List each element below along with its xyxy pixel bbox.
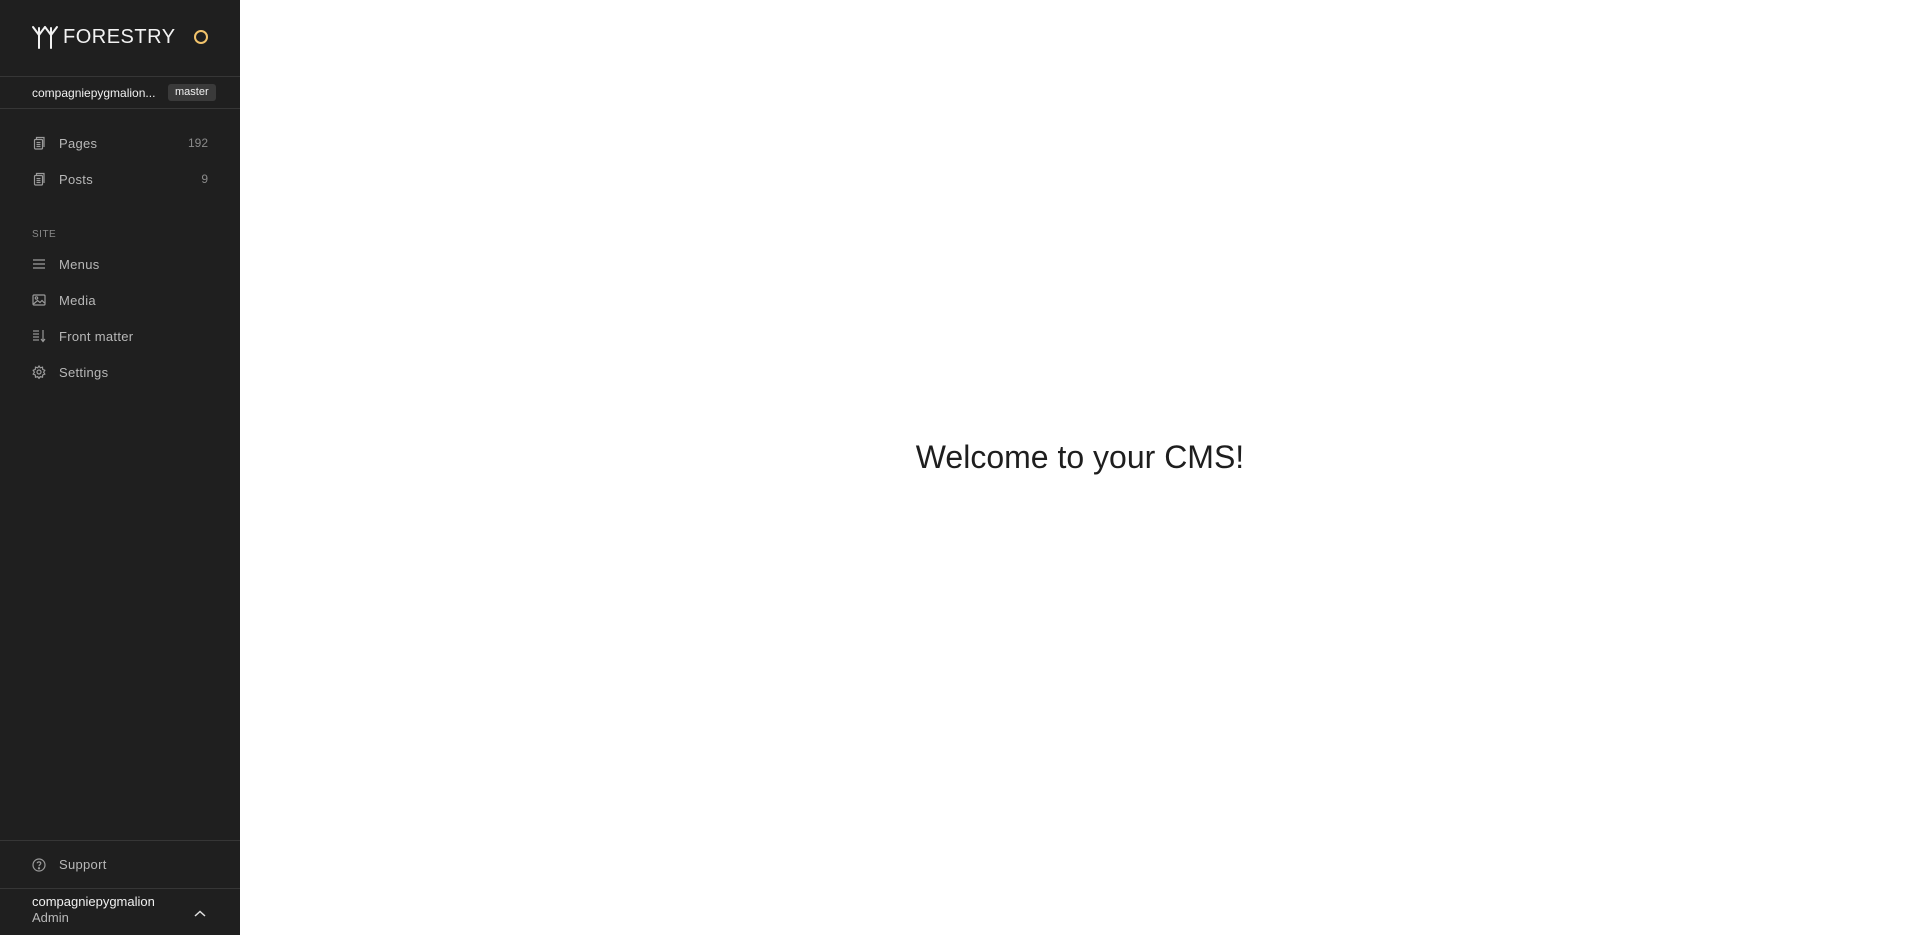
user-role: Admin [32, 910, 69, 925]
menu-icon [32, 257, 46, 271]
chevron-up-icon[interactable] [194, 906, 206, 924]
help-icon [32, 857, 46, 872]
support-label: Support [59, 857, 107, 872]
repo-selector[interactable]: compagniepygmalion... master [0, 76, 240, 109]
sidebar-item-label: Pages [59, 135, 98, 151]
support-link[interactable]: Support [0, 840, 240, 888]
sidebar-item-label: Menus [59, 256, 100, 272]
item-count: 192 [187, 136, 208, 150]
status-indicator[interactable] [194, 30, 208, 44]
sidebar-item-label: Settings [59, 364, 109, 380]
welcome-heading: Welcome to your CMS! [915, 439, 1245, 475]
sidebar-item-pages[interactable]: Pages 192 [0, 127, 240, 159]
sidebar-item-label: Posts [59, 171, 94, 187]
sidebar-item-menus[interactable]: Menus [0, 248, 240, 280]
app-window: FORESTRY compagniepygmalion... master Pa… [0, 0, 1920, 935]
sidebar-item-label: Media [59, 292, 96, 308]
item-count: 9 [201, 172, 208, 186]
brand[interactable]: FORESTRY [31, 20, 211, 54]
document-icon [32, 136, 46, 150]
sidebar-item-label: Front matter [59, 328, 134, 344]
forestry-logo-icon [31, 23, 59, 51]
user-menu[interactable]: compagniepygmalion Admin [0, 888, 240, 935]
front-matter-icon [32, 329, 46, 343]
sidebar: FORESTRY compagniepygmalion... master Pa… [0, 0, 240, 935]
branch-badge: master [168, 84, 216, 101]
user-name: compagniepygmalion [32, 894, 155, 909]
sidebar-item-posts[interactable]: Posts 9 [0, 163, 240, 195]
sidebar-item-media[interactable]: Media [0, 284, 240, 316]
section-label-site: SITE [32, 229, 57, 240]
repo-name: compagniepygmalion... [32, 85, 156, 100]
document-icon [32, 172, 46, 186]
sidebar-item-settings[interactable]: Settings [0, 356, 240, 388]
gear-icon [32, 365, 46, 379]
main-content: Welcome to your CMS! [240, 0, 1920, 935]
image-icon [32, 293, 46, 307]
brand-name: FORESTRY [63, 26, 176, 48]
sidebar-item-front-matter[interactable]: Front matter [0, 320, 240, 352]
